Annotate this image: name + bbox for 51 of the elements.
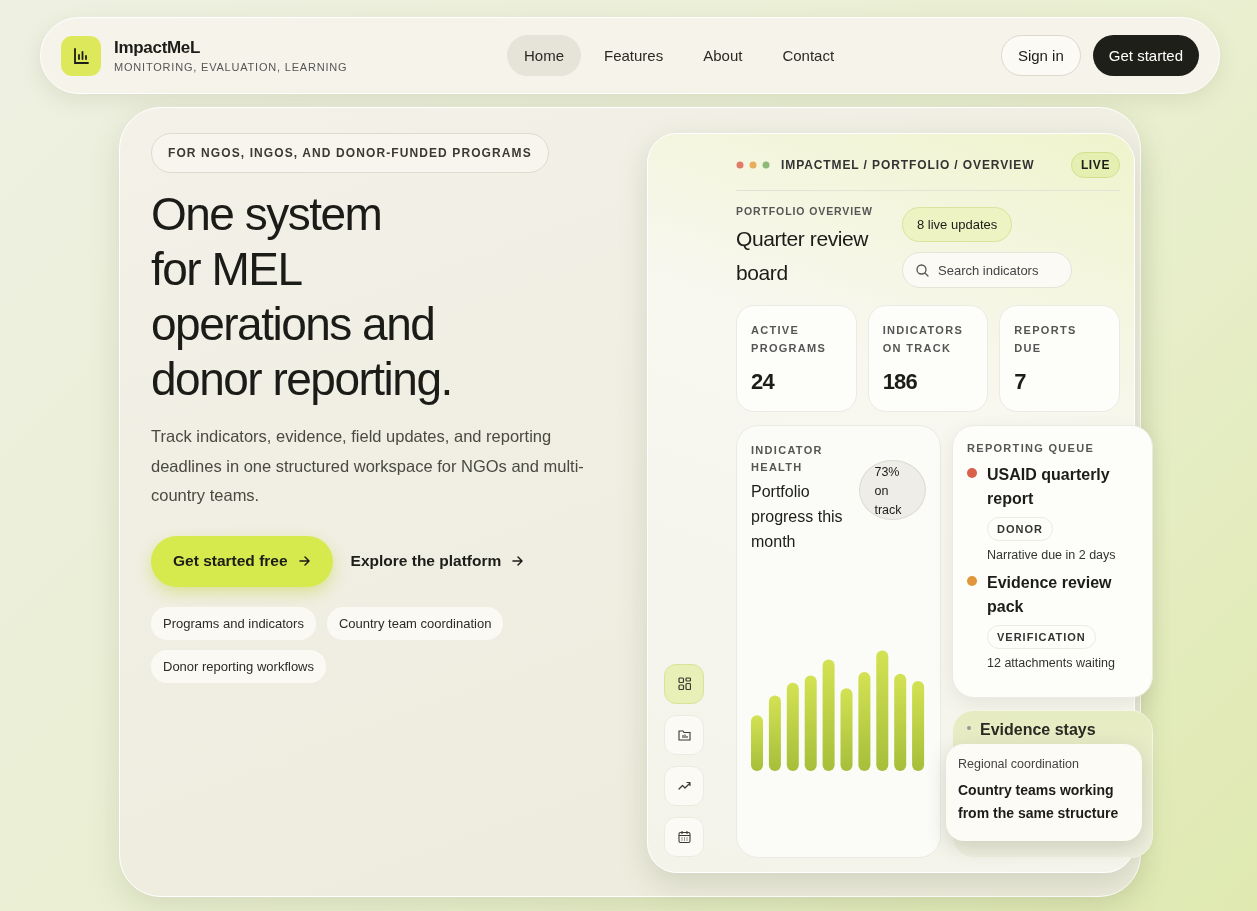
section-label: PORTFOLIO OVERVIEW bbox=[736, 205, 874, 217]
evidence-title: Evidence stays bbox=[980, 721, 1096, 739]
bar-chart-icon bbox=[72, 46, 90, 65]
sidebar-button[interactable] bbox=[664, 664, 704, 704]
stat-label: ACTIVE PROGRAMS bbox=[751, 323, 828, 356]
nav-link[interactable]: Features bbox=[587, 35, 681, 76]
card-label: INDICATOR HEALTH bbox=[751, 443, 824, 475]
chart-bar bbox=[751, 715, 763, 771]
search-field[interactable]: Search indicators bbox=[902, 252, 1072, 288]
search-icon bbox=[916, 264, 929, 277]
progress-badge: 73% on track bbox=[859, 460, 926, 520]
nav-link[interactable]: Contact bbox=[765, 35, 852, 76]
grid-icon bbox=[677, 677, 691, 691]
feature-chip: Country team coordination bbox=[326, 606, 504, 640]
stat-value: 7 bbox=[1014, 369, 1027, 395]
brand-tagline: MONITORING, EVALUATION, LEARNING bbox=[114, 61, 348, 73]
popup-title: Country teams working from the same structure bbox=[958, 781, 1120, 823]
queue-note: Narrative due in 2 days bbox=[987, 548, 1117, 562]
window-dots-icon bbox=[736, 161, 772, 169]
nav-link[interactable]: Home bbox=[507, 35, 581, 76]
queue-note: 12 attachments waiting bbox=[987, 656, 1116, 670]
card-title: Portfolio progress this month bbox=[751, 482, 844, 552]
queue-item-title: USAID quarterly report bbox=[987, 465, 1111, 509]
hero-heading: One system for MEL operations and donor reporting. bbox=[151, 187, 453, 407]
nav-link[interactable]: About bbox=[686, 35, 760, 76]
feature-chip: Donor reporting workflows bbox=[151, 649, 326, 683]
get-started-button[interactable]: Get started bbox=[1092, 35, 1199, 76]
sign-in-button[interactable]: Sign in bbox=[1000, 35, 1081, 76]
calendar-icon bbox=[677, 830, 691, 844]
hero-description: Track indicators, evidence, field updates, and reporting deadlines in one structured workspace for NGOs and multi-country teams. bbox=[151, 426, 585, 506]
queue-item-title: Evidence review pack bbox=[987, 573, 1113, 617]
audience-label: FOR NGOS, INGOS, AND DONOR-FUNDED PROGRAMS bbox=[151, 133, 549, 173]
stat-value: 24 bbox=[751, 369, 776, 395]
feature-chip: Programs and indicators bbox=[151, 606, 316, 640]
sidebar-button[interactable] bbox=[664, 817, 704, 857]
explore-platform-link[interactable]: Explore the platform bbox=[350, 552, 525, 570]
get-started-free-button[interactable]: Get started free bbox=[151, 535, 333, 587]
updates-badge: 8 live updates bbox=[902, 207, 1013, 242]
popup-label: Regional coordination bbox=[958, 757, 1080, 771]
stat-value: 186 bbox=[882, 369, 918, 395]
arrow-icon bbox=[511, 555, 525, 567]
brand-name: ImpactMeL bbox=[114, 38, 202, 58]
board-title: Quarter review board bbox=[736, 226, 870, 286]
folder-icon bbox=[677, 728, 691, 742]
stat-label: REPORTS DUE bbox=[1014, 323, 1078, 356]
stat-label: INDICATORS ON TRACK bbox=[882, 323, 965, 356]
breadcrumb: IMPACTMEL / PORTFOLIO / OVERVIEW bbox=[781, 158, 1035, 172]
bullet-icon bbox=[967, 726, 971, 730]
live-badge: LIVE bbox=[1070, 152, 1120, 178]
card-label: REPORTING QUEUE bbox=[967, 442, 1096, 454]
arrow-icon bbox=[297, 555, 311, 567]
